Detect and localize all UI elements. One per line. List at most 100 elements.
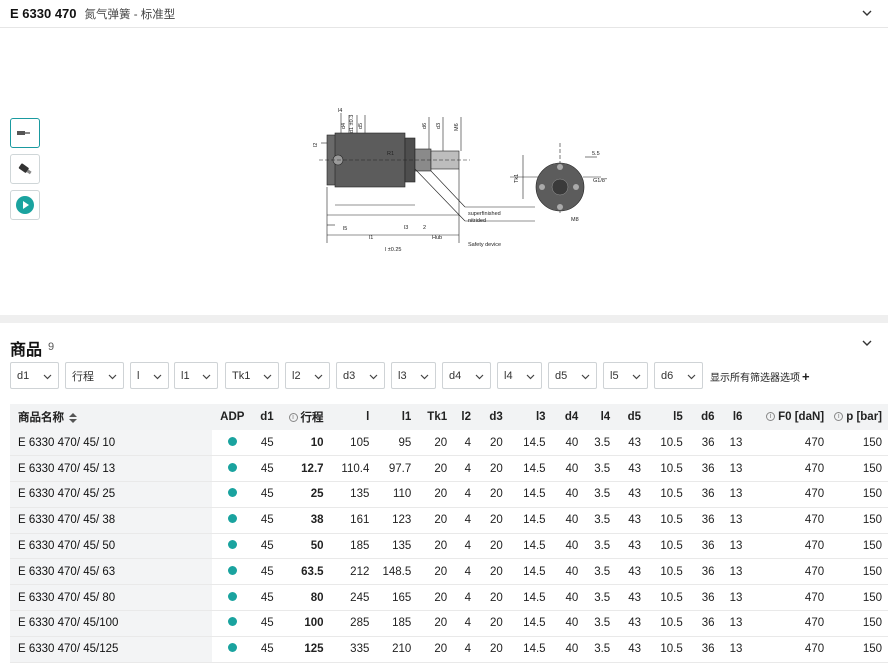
d4-cell: 40	[565, 643, 579, 656]
l6-cell: 13	[729, 488, 743, 501]
l2-cell: 4	[464, 436, 472, 449]
f0-cell: 470	[804, 617, 825, 630]
video-thumbnail[interactable]	[10, 190, 40, 220]
table-row[interactable]: E 6330 470/ 45/ 63 45 63.5 212 148.5 20 4 20 14.…	[10, 558, 888, 585]
table-row[interactable]: E 6330 470/ 45/ 50 45 50 185 135 20 4 20 14.5 40 3…	[10, 533, 888, 559]
dim-l2-label: l2	[313, 143, 319, 147]
product-name-cell[interactable]: E 6330 470/ 45/125	[10, 636, 212, 663]
tk1-cell: 20	[434, 514, 448, 527]
chevron-down-icon	[369, 374, 378, 380]
section-divider	[0, 315, 888, 323]
products-collapse-chevron-icon[interactable]	[860, 336, 874, 350]
stroke-cell: 10	[310, 436, 324, 449]
col-header-name[interactable]: 商品名称	[10, 404, 212, 430]
l1-cell: 165	[392, 591, 412, 604]
superfinished-label: superfinished	[468, 211, 501, 217]
table-row[interactable]: E 6330 470/ 45/ 13 45 12.7 110.4 97.7 20 4 20 14…	[10, 455, 888, 482]
l4-cell: 3.5	[594, 565, 611, 578]
filter-d5[interactable]: d5	[548, 362, 597, 389]
p-cell: 150	[862, 514, 882, 527]
product-name-cell[interactable]: E 6330 470/ 45/ 63	[10, 558, 212, 585]
dim-d6-label: d6	[422, 123, 428, 129]
dim-m6-label: M6	[454, 123, 460, 131]
filter-l[interactable]: l	[130, 362, 169, 389]
filter-d6[interactable]: d6	[654, 362, 703, 389]
d6-cell: 36	[701, 591, 715, 604]
product-name-cell[interactable]: E 6330 470/ 45/ 38	[10, 507, 212, 534]
thread-g18-label: G1/8"	[593, 178, 607, 184]
filter-l4[interactable]: l4	[497, 362, 542, 389]
product-name-cell[interactable]: E 6330 470/ 45/ 25	[10, 481, 212, 508]
table-row[interactable]: E 6330 470/ 45/ 25 45 25 135 110 20 4 20 14.5 40 3…	[10, 481, 888, 508]
media-viewer: l2 l4 d4 d1 ±0.3 d5 R1 d6 d3 M6 Tk1 l5 l…	[0, 29, 888, 315]
l6-cell: 13	[729, 591, 743, 604]
table-row[interactable]: E 6330 470/ 45/ 10 45 10 105 95 20 4 20 14.5 40 3.…	[10, 430, 888, 456]
filter-tk1[interactable]: Tk1	[225, 362, 279, 389]
drawing-thumbnail[interactable]	[10, 118, 40, 148]
l1-cell: 110	[392, 488, 412, 501]
filter-l1[interactable]: l1	[174, 362, 218, 389]
filter-d4[interactable]: d4	[442, 362, 491, 389]
show-all-filters-button[interactable]: 显示所有筛选器选项 +	[710, 369, 810, 384]
info-icon[interactable]: i	[766, 412, 776, 422]
product-name-cell[interactable]: E 6330 470/ 45/100	[10, 610, 212, 637]
l3-cell: 14.5	[523, 436, 546, 449]
l4-cell: 3.5	[594, 462, 611, 475]
d1-cell: 45	[260, 462, 274, 475]
d6-cell: 36	[701, 488, 715, 501]
product-header: E 6330 470 氮气弹簧 - 标准型	[0, 0, 888, 28]
l-cell: 245	[350, 591, 370, 604]
filter-stroke[interactable]: 行程	[65, 362, 124, 389]
chevron-down-icon	[526, 374, 535, 380]
filter-d1[interactable]: d1	[10, 362, 59, 389]
table-row[interactable]: E 6330 470/ 45/ 38 45 38 161 123 20 4 20 14.5 40 3…	[10, 507, 888, 534]
tk1-cell: 20	[434, 462, 448, 475]
filter-l3[interactable]: l3	[391, 362, 436, 389]
availability-dot-icon	[227, 488, 237, 498]
product-name-cell[interactable]: E 6330 470/ 45/ 80	[10, 584, 212, 611]
dim-5-5-label: 5.5	[592, 151, 600, 157]
l2-cell: 4	[464, 462, 472, 475]
filter-d3[interactable]: d3	[336, 362, 385, 389]
table-row[interactable]: E 6330 470/ 45/100 45 100 285 185 20 4 20 14.5 40…	[10, 610, 888, 637]
product-name-cell[interactable]: E 6330 470/ 45/ 10	[10, 430, 212, 456]
l-cell: 212	[350, 565, 370, 578]
l5-cell: 10.5	[660, 565, 683, 578]
d6-cell: 36	[701, 617, 715, 630]
adp-cell	[212, 559, 255, 585]
adp-cell	[212, 611, 255, 637]
photo-thumbnail[interactable]	[10, 154, 40, 184]
dim-l3-label: l3	[404, 225, 408, 231]
table-row[interactable]: E 6330 470/ 45/125 45 125 335 210 20 4 20 14.5 40…	[10, 636, 888, 663]
d4-cell: 40	[565, 436, 579, 449]
l-cell: 285	[350, 617, 370, 630]
product-name-cell[interactable]: E 6330 470/ 45/ 13	[10, 455, 212, 482]
f0-cell: 470	[804, 462, 825, 475]
show-all-label: 显示所有筛选器选项	[710, 373, 800, 384]
info-icon[interactable]: i	[834, 412, 844, 422]
filter-l2[interactable]: l2	[285, 362, 330, 389]
d3-cell: 20	[490, 617, 503, 630]
p-cell: 150	[862, 565, 882, 578]
col-header-l2: l2	[461, 411, 472, 423]
stroke-cell: 50	[310, 540, 324, 553]
table-row[interactable]: E 6330 470/ 45/ 80 45 80 245 165 20 4 20 14.5 40 3…	[10, 584, 888, 611]
adp-cell	[212, 507, 255, 533]
filter-label: d1	[17, 369, 30, 382]
l5-cell: 10.5	[660, 643, 683, 656]
l4-cell: 3.5	[594, 514, 611, 527]
availability-dot-icon	[227, 591, 237, 601]
product-name-cell[interactable]: E 6330 470/ 45/ 50	[10, 533, 212, 559]
l3-cell: 14.5	[523, 565, 546, 578]
d1-cell: 45	[260, 514, 274, 527]
filter-l5[interactable]: l5	[603, 362, 648, 389]
l6-cell: 13	[729, 565, 743, 578]
collapse-chevron-icon[interactable]	[860, 6, 874, 20]
dim-d5-label: d5	[358, 123, 364, 129]
d1-cell: 45	[260, 540, 274, 553]
tk1-cell: 20	[434, 540, 448, 553]
tk1-cell: 20	[434, 488, 448, 501]
info-icon[interactable]: i	[288, 413, 298, 423]
availability-dot-icon	[227, 514, 237, 524]
l2-cell: 4	[464, 514, 472, 527]
